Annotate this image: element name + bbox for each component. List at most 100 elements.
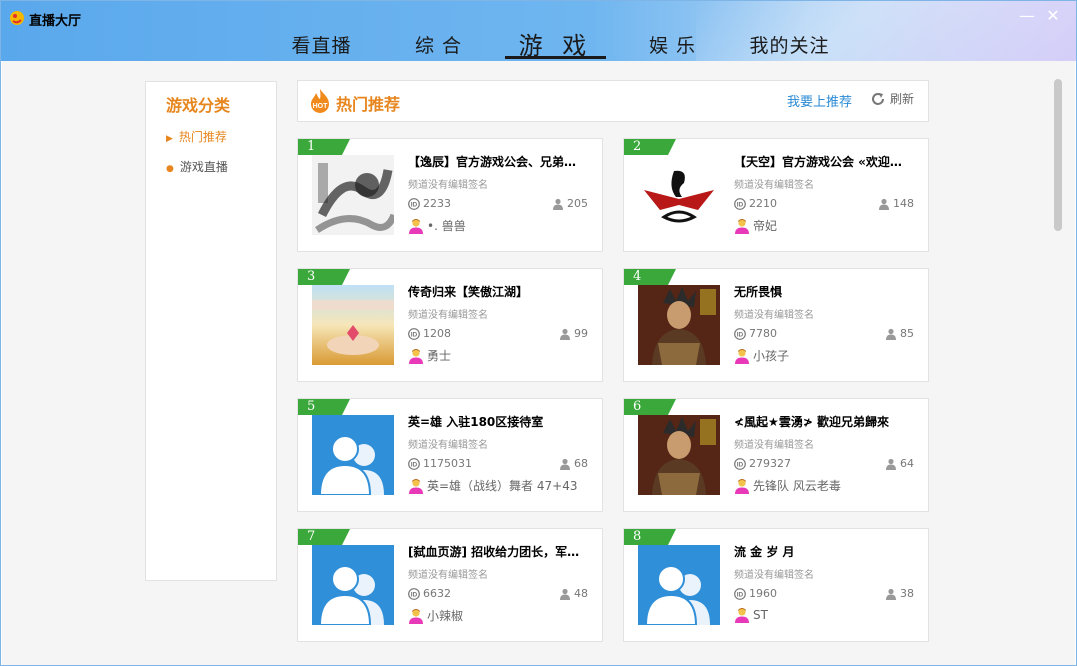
channel-card[interactable]: 2 【天空】官方游戏公会 «欢迎… 频道没有编辑签名 ID 2210 148 帝… bbox=[623, 138, 929, 252]
channel-title: [弑血页游] 招收给力团长，军… bbox=[408, 545, 580, 559]
id-icon: ID bbox=[734, 327, 746, 340]
game-warrior-image bbox=[638, 285, 720, 365]
channel-card[interactable]: 7 [弑血页游] 招收给力团长，军… 频道没有编辑签名 ID 6632 48 小… bbox=[297, 528, 603, 642]
svg-text:ID: ID bbox=[411, 331, 418, 338]
rank-number: 4 bbox=[633, 269, 642, 284]
svg-text:ID: ID bbox=[737, 591, 744, 598]
channel-user-count: 148 bbox=[878, 197, 914, 210]
default-avatar-icon bbox=[638, 545, 720, 625]
title-bar[interactable]: 直播大厅 — ✕ 看直播 综 合 游 戏 娱 乐 我的关注 bbox=[1, 1, 1076, 61]
window-title: 直播大厅 bbox=[29, 14, 82, 29]
owner-name: 勇士 bbox=[427, 349, 452, 363]
owner-avatar-icon bbox=[409, 608, 423, 624]
vertical-scrollbar[interactable] bbox=[1054, 79, 1062, 231]
nav-tab-games[interactable]: 游 戏 bbox=[497, 23, 614, 61]
arrow-bullet-icon: ▶ bbox=[166, 134, 173, 144]
refresh-label: 刷新 bbox=[889, 92, 914, 106]
channel-user-count: 64 bbox=[885, 457, 914, 470]
channel-id: ID 1208 bbox=[408, 327, 451, 340]
rank-number: 5 bbox=[307, 399, 316, 414]
ink-dragon-image bbox=[312, 155, 394, 235]
channel-owner: 帝妃 bbox=[734, 217, 777, 234]
user-count-value: 85 bbox=[900, 327, 914, 340]
owner-name: ST bbox=[753, 608, 768, 622]
id-icon: ID bbox=[408, 587, 420, 600]
refresh-icon bbox=[872, 92, 884, 105]
channel-thumbnail bbox=[638, 285, 720, 365]
sidebar-item-game-live[interactable]: ● 游戏直播 bbox=[166, 158, 228, 175]
channel-card[interactable]: 5 英=雄 入驻180区接待室 频道没有编辑签名 ID 1175031 68 英… bbox=[297, 398, 603, 512]
channel-card[interactable]: 8 流 金 岁 月 频道没有编辑签名 ID 1960 38 ST bbox=[623, 528, 929, 642]
minimize-button[interactable]: — bbox=[1018, 7, 1036, 25]
content-area: 游戏分类 ▶ 热门推荐 ● 游戏直播 HOT 热门推荐 我要上推荐 刷新 1 【… bbox=[2, 61, 1075, 665]
nav-tab-watch-live[interactable]: 看直播 bbox=[263, 23, 380, 61]
owner-name: 先锋队 风云老毒 bbox=[753, 479, 841, 493]
section-header: HOT 热门推荐 我要上推荐 刷新 bbox=[297, 80, 929, 122]
dragon-logo-image bbox=[638, 155, 720, 235]
sidebar-item-hot[interactable]: ▶ 热门推荐 bbox=[166, 128, 227, 145]
id-icon: ID bbox=[734, 587, 746, 600]
owner-avatar-icon bbox=[735, 608, 749, 623]
game-warrior-image bbox=[638, 415, 720, 495]
channel-signature: 频道没有编辑签名 bbox=[734, 570, 814, 581]
channel-signature: 频道没有编辑签名 bbox=[734, 310, 814, 321]
owner-name: •. 兽兽 bbox=[427, 219, 466, 233]
owner-name: 小孩子 bbox=[753, 349, 790, 363]
user-count-icon bbox=[560, 588, 570, 600]
sidebar-item-label: 游戏直播 bbox=[179, 160, 228, 174]
channel-id-value: 7780 bbox=[749, 327, 777, 340]
user-count-icon bbox=[886, 588, 896, 600]
channel-id-value: 1960 bbox=[749, 587, 777, 600]
user-count-icon bbox=[886, 328, 896, 340]
user-count-value: 64 bbox=[900, 457, 914, 470]
sidebar-title: 游戏分类 bbox=[166, 96, 231, 115]
channel-card[interactable]: 4 无所畏惧 频道没有编辑签名 ID 7780 85 小孩子 bbox=[623, 268, 929, 382]
nav-tab-entertainment[interactable]: 娱 乐 bbox=[614, 23, 731, 61]
channel-signature: 频道没有编辑签名 bbox=[408, 440, 488, 451]
channel-card[interactable]: 1 【逸辰】官方游戏公会、兄弟… 频道没有编辑签名 ID 2233 205 •.… bbox=[297, 138, 603, 252]
nav-tab-general[interactable]: 综 合 bbox=[380, 23, 497, 61]
channel-signature: 频道没有编辑签名 bbox=[408, 310, 488, 321]
category-sidebar: 游戏分类 ▶ 热门推荐 ● 游戏直播 bbox=[145, 81, 277, 581]
svg-text:ID: ID bbox=[411, 461, 418, 468]
channel-id: ID 2210 bbox=[734, 197, 777, 210]
channel-thumbnail bbox=[312, 415, 394, 495]
channel-id-value: 2210 bbox=[749, 197, 777, 210]
user-count-icon bbox=[560, 328, 570, 340]
default-avatar-icon bbox=[312, 415, 394, 495]
svg-text:ID: ID bbox=[737, 201, 744, 208]
channel-user-count: 68 bbox=[559, 457, 588, 470]
channel-thumbnail bbox=[312, 545, 394, 625]
channel-id: ID 1175031 bbox=[408, 457, 472, 470]
svg-text:HOT: HOT bbox=[313, 103, 329, 110]
rank-badge bbox=[624, 529, 676, 545]
rank-badge bbox=[298, 269, 350, 285]
channel-thumbnail bbox=[638, 545, 720, 625]
nav-tab-my-follows[interactable]: 我的关注 bbox=[731, 23, 848, 61]
channel-id-value: 1175031 bbox=[423, 457, 472, 470]
main-nav: 看直播 综 合 游 戏 娱 乐 我的关注 bbox=[263, 23, 848, 61]
svg-text:ID: ID bbox=[411, 201, 418, 208]
user-count-value: 48 bbox=[574, 587, 588, 600]
rank-number: 3 bbox=[307, 269, 316, 284]
channel-card[interactable]: 6 ≮風起★雲湧≯ 歡迎兄弟歸來 频道没有编辑签名 ID 279327 64 先… bbox=[623, 398, 929, 512]
channel-id: ID 7780 bbox=[734, 327, 777, 340]
channel-owner: 先锋队 风云老毒 bbox=[734, 477, 841, 494]
owner-avatar-icon bbox=[409, 348, 423, 364]
channel-id-value: 6632 bbox=[423, 587, 451, 600]
channel-owner: ST bbox=[734, 607, 768, 623]
rank-badge bbox=[624, 399, 676, 415]
user-count-value: 205 bbox=[567, 197, 588, 210]
channel-card[interactable]: 3 传奇归来【笑傲江湖】 频道没有编辑签名 ID 1208 99 勇士 bbox=[297, 268, 603, 382]
channel-id-value: 1208 bbox=[423, 327, 451, 340]
channel-user-count: 48 bbox=[559, 587, 588, 600]
apply-recommend-link[interactable]: 我要上推荐 bbox=[787, 91, 852, 110]
channel-user-count: 38 bbox=[885, 587, 914, 600]
user-count-value: 68 bbox=[574, 457, 588, 470]
refresh-button[interactable]: 刷新 bbox=[870, 90, 914, 107]
channel-title: 流 金 岁 月 bbox=[734, 545, 795, 559]
rank-badge bbox=[298, 529, 350, 545]
channel-title: ≮風起★雲湧≯ 歡迎兄弟歸來 bbox=[734, 415, 890, 429]
close-button[interactable]: ✕ bbox=[1044, 7, 1062, 25]
sidebar-item-label: 热门推荐 bbox=[178, 130, 227, 144]
